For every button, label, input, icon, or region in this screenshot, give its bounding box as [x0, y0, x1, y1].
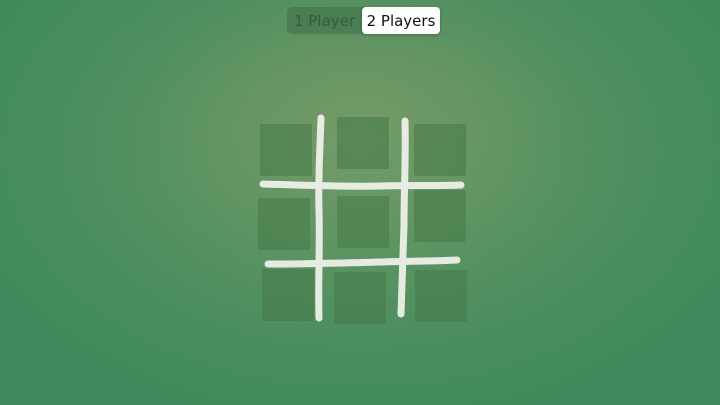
board-cell[interactable]	[337, 196, 389, 248]
grid-line-horizontal-top	[259, 180, 465, 190]
game-board	[0, 0, 720, 405]
board-cell[interactable]	[414, 124, 466, 176]
board-cell[interactable]	[258, 198, 310, 250]
grid-line-vertical-right	[397, 117, 409, 318]
grid-line-vertical-left	[315, 114, 325, 322]
board-cell[interactable]	[260, 124, 312, 176]
board-cell[interactable]	[337, 117, 389, 169]
board-cell[interactable]	[414, 190, 466, 242]
board-cell[interactable]	[415, 270, 467, 322]
board-cell[interactable]	[334, 272, 386, 324]
board-cell[interactable]	[262, 269, 314, 321]
grid-line-horizontal-bottom	[264, 256, 461, 268]
